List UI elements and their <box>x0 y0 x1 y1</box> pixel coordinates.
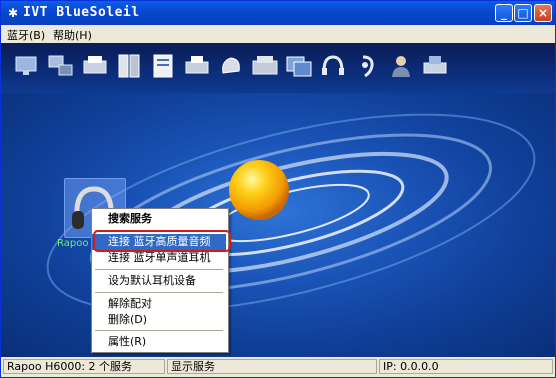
minimize-button[interactable]: _ <box>495 4 513 22</box>
status-ip: IP: 0.0.0.0 <box>379 359 553 374</box>
sync-icon[interactable] <box>251 53 279 79</box>
file-transfer-icon[interactable] <box>115 53 143 79</box>
menu-separator <box>95 269 223 270</box>
menu-bar: 蓝牙(B) 帮助(H) <box>1 25 555 43</box>
title-bar[interactable]: ✱ IVT BlueSoleil _ □ × <box>1 1 555 25</box>
bluetooth-sun-icon[interactable] <box>223 154 295 226</box>
menu-search-services[interactable]: 搜索服务 <box>92 211 226 227</box>
status-show-services[interactable]: 显示服务 <box>167 359 377 374</box>
fax-icon[interactable] <box>81 53 109 79</box>
menu-separator <box>95 330 223 331</box>
status-bar: Rapoo H6000: 2 个服务 显示服务 IP: 0.0.0.0 <box>1 357 555 377</box>
image-icon[interactable] <box>285 53 313 79</box>
menu-separator <box>95 292 223 293</box>
status-device: Rapoo H6000: 2 个服务 <box>3 359 165 374</box>
menu-delete[interactable]: 删除(D) <box>92 312 226 328</box>
bluetooth-icon: ✱ <box>7 6 19 20</box>
app-window: ✱ IVT BlueSoleil _ □ × 蓝牙(B) 帮助(H) Rapoo… <box>0 0 556 378</box>
hid-icon[interactable] <box>217 53 245 79</box>
maximize-button[interactable]: □ <box>514 4 532 22</box>
network-icon[interactable] <box>13 53 41 79</box>
menu-properties[interactable]: 属性(R) <box>92 334 226 350</box>
headset-icon[interactable] <box>319 53 347 79</box>
menu-bluetooth[interactable]: 蓝牙(B) <box>7 27 45 43</box>
audio-icon[interactable] <box>353 53 381 79</box>
user-icon[interactable] <box>387 53 415 79</box>
menu-help[interactable]: 帮助(H) <box>53 27 92 43</box>
device-label: Rapoo <box>57 238 89 249</box>
menu-unpair[interactable]: 解除配对 <box>92 296 226 312</box>
highlight-annotation <box>93 230 231 252</box>
window-title: IVT BlueSoleil <box>23 5 140 20</box>
menu-set-default[interactable]: 设为默认耳机设备 <box>92 273 226 289</box>
printer-icon[interactable] <box>183 53 211 79</box>
lan-icon[interactable] <box>47 53 75 79</box>
menu-connect-headset[interactable]: 连接 蓝牙单声道耳机 <box>92 250 226 266</box>
service-toolbar <box>1 43 555 93</box>
contacts-icon[interactable] <box>149 53 177 79</box>
modem-icon[interactable] <box>421 53 449 79</box>
close-button[interactable]: × <box>534 4 552 22</box>
